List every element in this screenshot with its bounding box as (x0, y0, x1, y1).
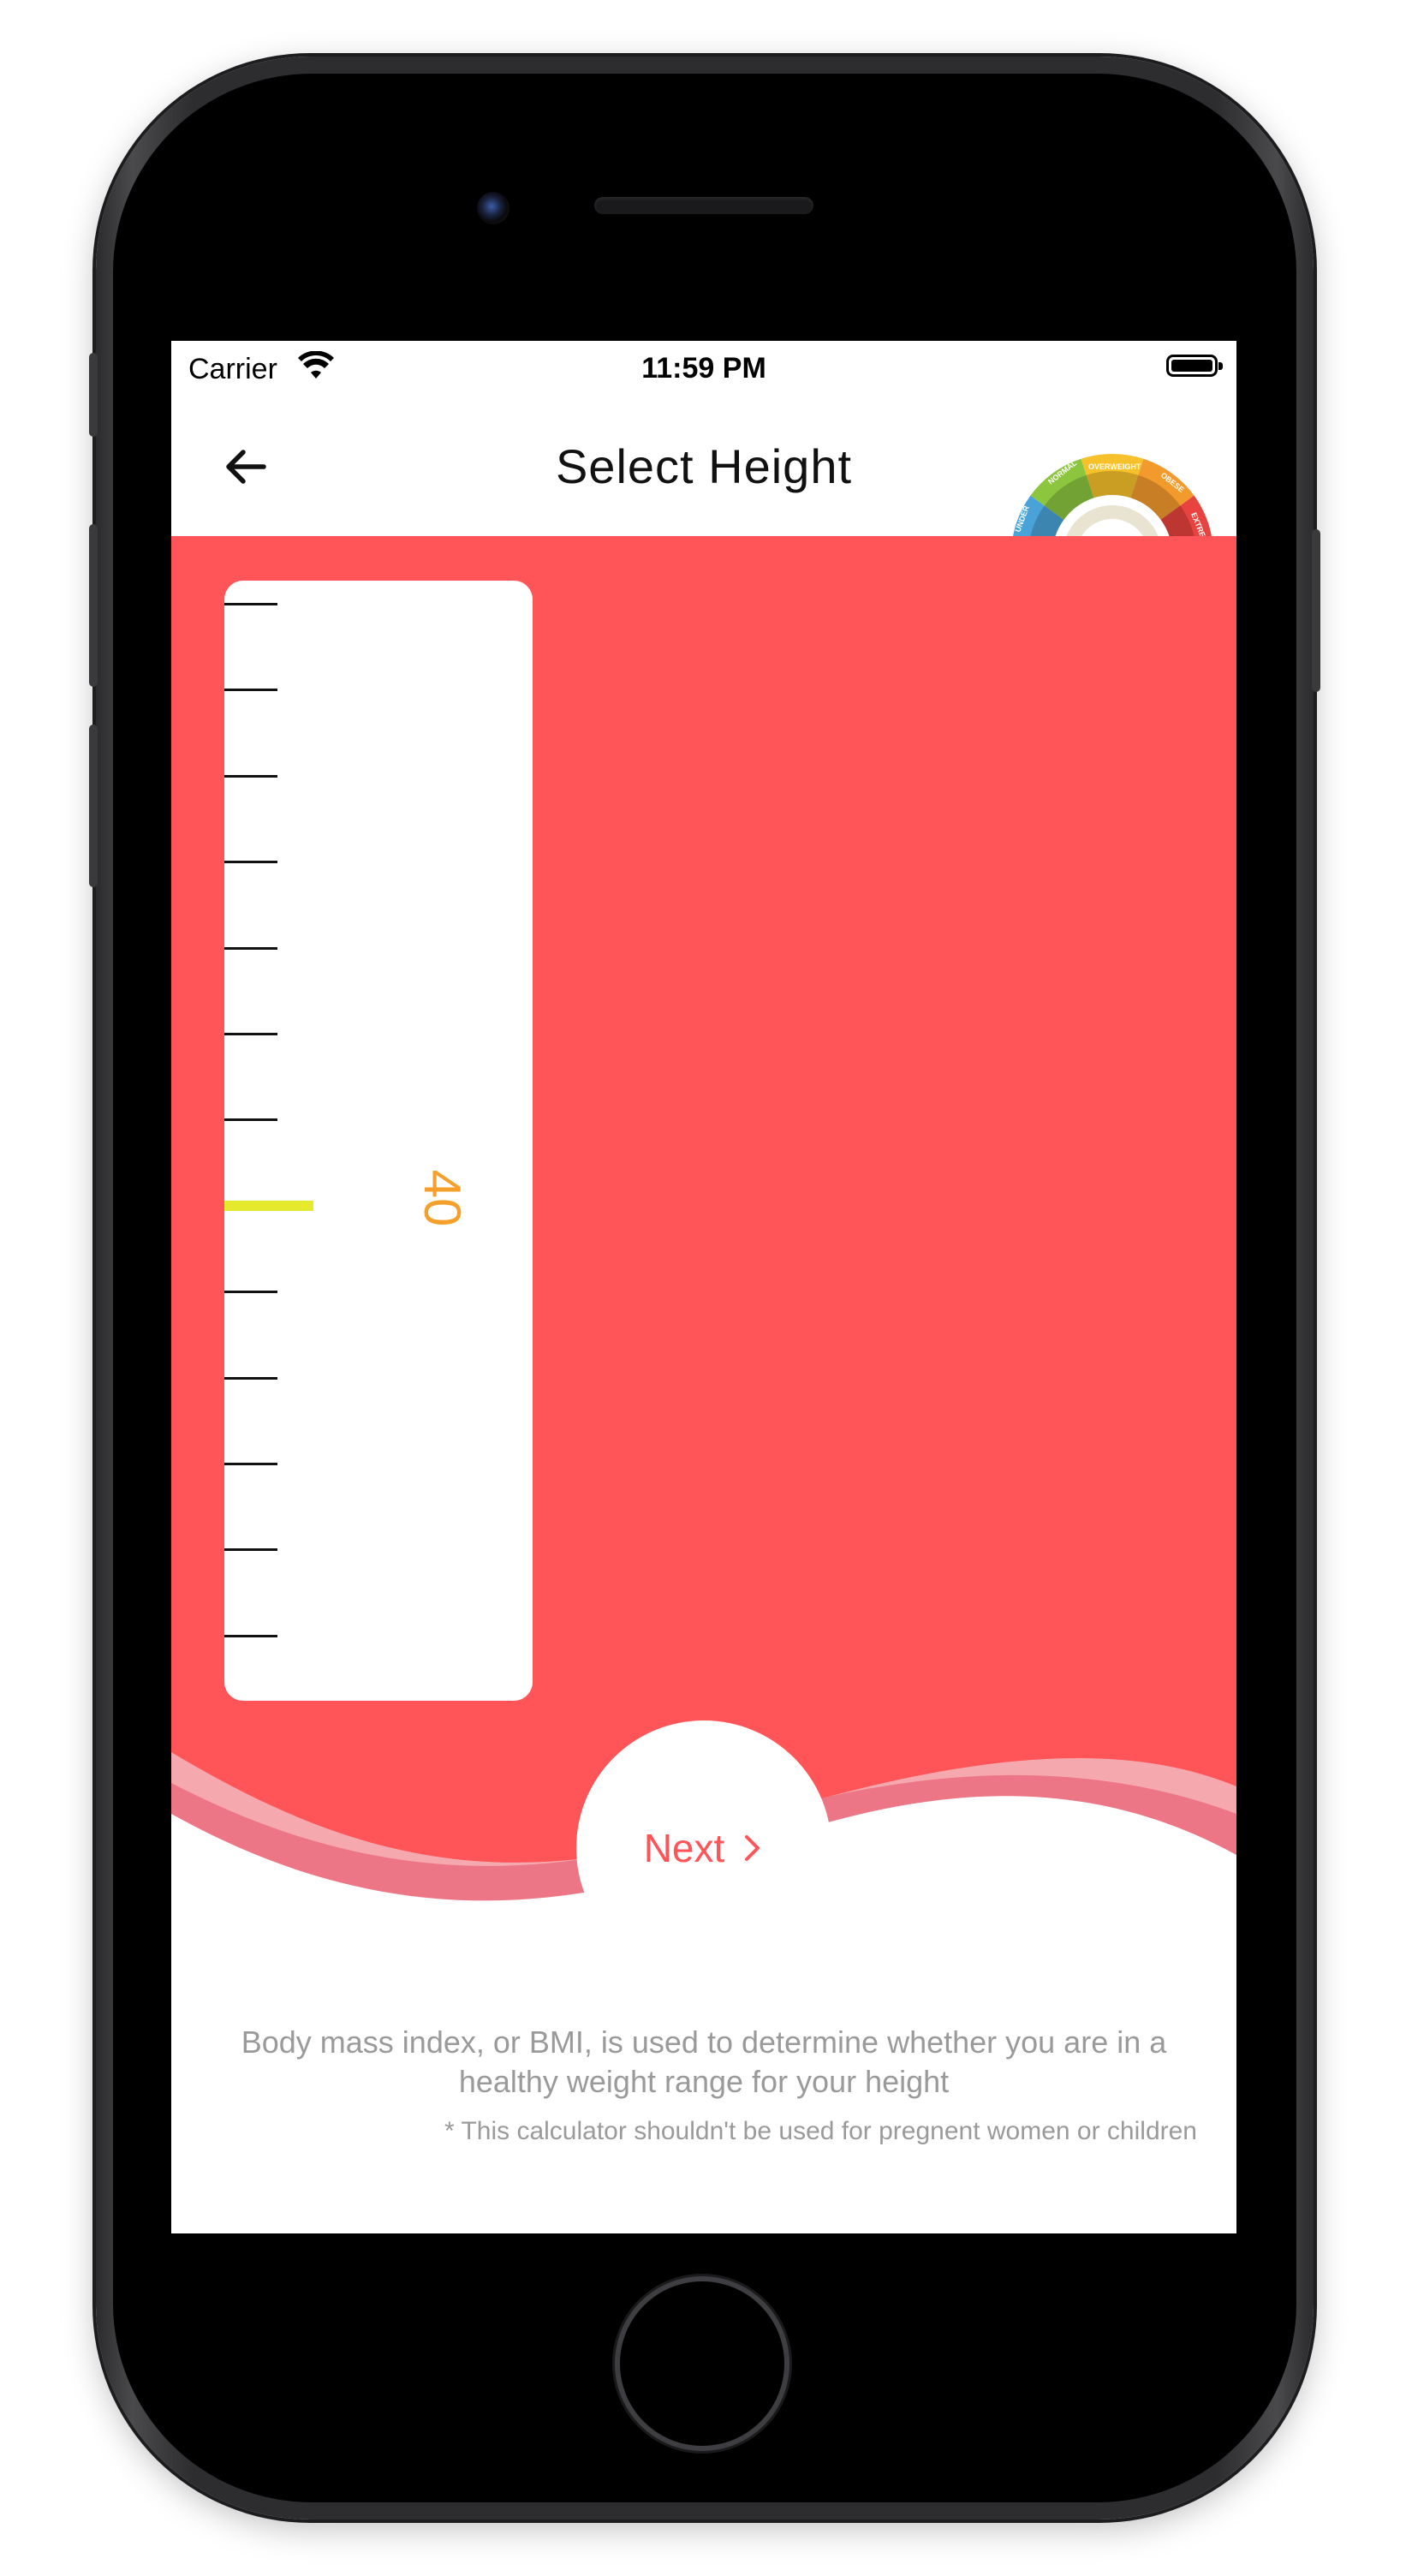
volume-down-button (89, 724, 98, 887)
ruler-tick (224, 946, 277, 950)
ruler-tick (224, 1376, 277, 1380)
next-button-label: Next (643, 1826, 725, 1870)
ruler-selected-indicator (224, 1200, 313, 1211)
status-bar: Carrier 11:59 PM (171, 341, 1236, 397)
chevron-right-icon (745, 1835, 760, 1861)
earpiece-speaker (594, 197, 813, 214)
battery-level (1171, 360, 1212, 372)
ruler-tick (224, 1118, 277, 1122)
ruler-tick (224, 1033, 277, 1035)
ruler-tick (224, 603, 277, 605)
mute-switch (89, 353, 98, 437)
height-ruler[interactable]: 40 (224, 581, 533, 1701)
ruler-tick (224, 861, 277, 864)
bmi-description: Body mass index, or BMI, is used to dete… (241, 2024, 1167, 2099)
app-header: Select Height UNDER NORMAL OVERWEIGHT OB… (171, 397, 1236, 564)
selected-height-value: 40 (414, 1169, 471, 1227)
volume-up-button (89, 524, 98, 687)
ruler-tick (224, 689, 277, 692)
next-button[interactable]: Next (576, 1720, 831, 1976)
disclaimer-note: * This calculator shouldn't be used for … (444, 2117, 1197, 2145)
ruler-tick (224, 1634, 277, 1637)
home-button[interactable] (620, 2281, 784, 2446)
svg-text:OVERWEIGHT: OVERWEIGHT (1088, 462, 1141, 471)
ruler-tick (224, 1548, 277, 1552)
power-button (1312, 529, 1320, 692)
ruler-tick (224, 1291, 277, 1294)
front-camera (477, 192, 509, 224)
app-screen: Carrier 11:59 PM Select Height UNDER NOR… (171, 341, 1236, 2233)
ruler-tick (224, 1463, 277, 1465)
next-button-content: Next (576, 1720, 831, 1976)
battery-icon (1166, 355, 1223, 377)
ruler-tick (224, 774, 277, 778)
status-time: 11:59 PM (641, 352, 766, 385)
